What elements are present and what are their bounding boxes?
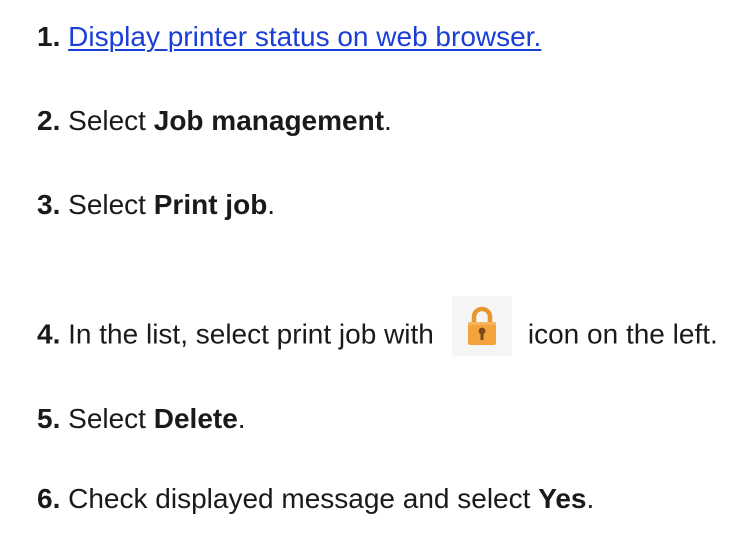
step-6: 6. Check displayed message and select Ye… [37,482,594,516]
step-4: 4. In the list, select print job with ic… [37,296,718,366]
printer-status-link[interactable]: Display printer status on web browser. [68,21,541,52]
step-text-end: . [384,105,392,136]
step-keyword: Delete [153,403,238,434]
step-5: 5. Select Delete. [37,402,246,436]
step-text-end: . [586,483,595,514]
step-text: Select [68,105,154,136]
step-number: 5. [37,403,61,434]
step-text: In the list, select print job with [68,318,434,350]
step-text-end: . [267,189,276,220]
step-text: Check displayed message and select [68,483,539,514]
step-text-end: . [237,403,246,434]
step-number: 3. [37,189,61,220]
step-2: 2. Select Job management. [37,104,392,138]
step-text: Select [68,189,154,220]
step-text: Select [68,403,154,434]
step-number: 1. [37,21,61,52]
step-number: 6. [37,483,61,514]
step-number: 2. [37,105,61,136]
step-3: 3. Select Print job. [37,188,275,222]
step-number: 4. [37,318,61,350]
step-text-end: icon on the left. [527,318,718,350]
step-keyword: Print job [153,189,268,220]
step-1: 1. Display printer status on web browser… [37,20,541,54]
step-keyword: Yes [538,483,587,514]
lock-icon [451,296,512,356]
step-keyword: Job management [153,105,385,136]
